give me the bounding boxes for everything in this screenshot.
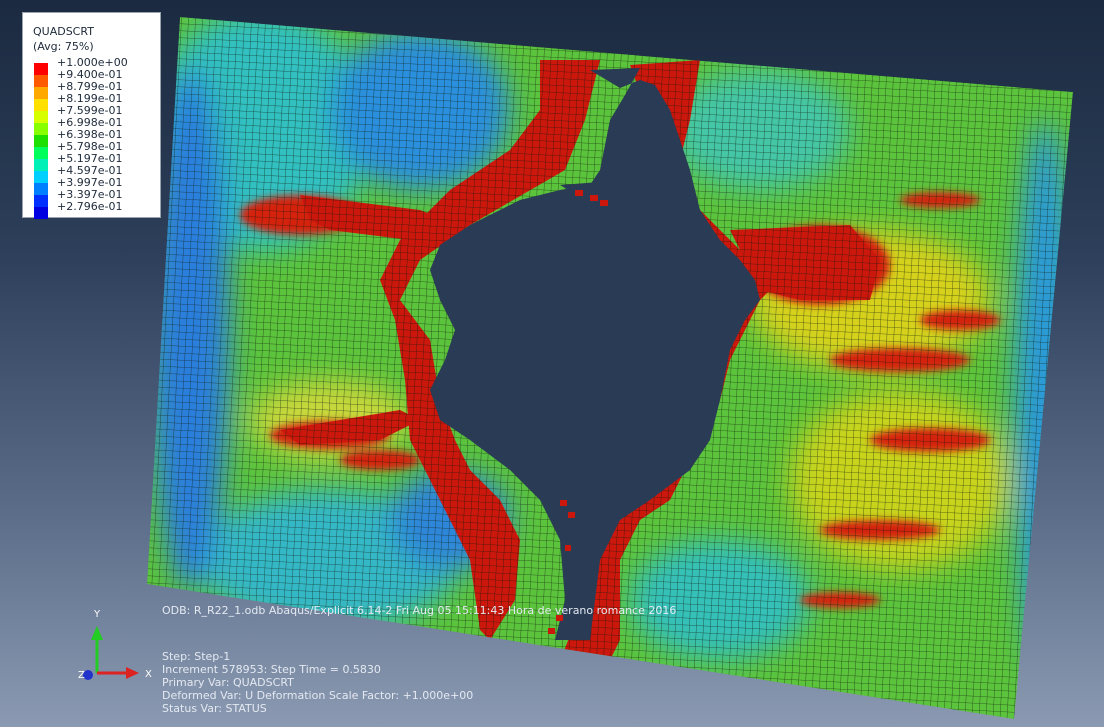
- legend-swatch: [34, 195, 48, 207]
- axis-triad: [83, 626, 139, 680]
- legend-swatch: [34, 171, 48, 183]
- status-var-line: Status Var: STATUS: [162, 702, 267, 715]
- legend-value: +2.796e-01: [57, 200, 123, 213]
- increment-line: Increment 578953: Step Time = 0.5830: [162, 663, 381, 676]
- legend-title: QUADSCRT: [33, 25, 94, 38]
- triad-x-label: X: [145, 669, 152, 680]
- legend-subtitle: (Avg: 75%): [33, 40, 94, 53]
- legend-swatch: [34, 147, 48, 159]
- legend-swatch: [34, 111, 48, 123]
- step-line: Step: Step-1: [162, 650, 231, 663]
- legend-swatch: [34, 87, 48, 99]
- primary-var-line: Primary Var: QUADSCRT: [162, 676, 294, 689]
- legend-swatch: [34, 99, 48, 111]
- triad-z-label: Z: [78, 670, 85, 681]
- legend-swatch: [34, 183, 48, 195]
- legend-swatch: [34, 207, 48, 219]
- legend-swatch: [34, 63, 48, 75]
- triad-y-label: Y: [94, 609, 101, 620]
- odb-info-line: ODB: R_R22_1.odb Abaqus/Explicit 6.14-2 …: [162, 604, 677, 617]
- legend-swatch: [34, 123, 48, 135]
- legend-swatch: [34, 135, 48, 147]
- step-info-block: Step: Step-1 Increment 578953: Step Time…: [162, 650, 473, 715]
- deformed-var-line: Deformed Var: U Deformation Scale Factor…: [162, 689, 474, 702]
- contour-legend: QUADSCRT (Avg: 75%) +1.000e+00 +9.400e-01…: [22, 12, 161, 219]
- legend-swatch: [34, 75, 48, 87]
- model-viewport[interactable]: [0, 0, 1104, 727]
- legend-swatch: [34, 159, 48, 171]
